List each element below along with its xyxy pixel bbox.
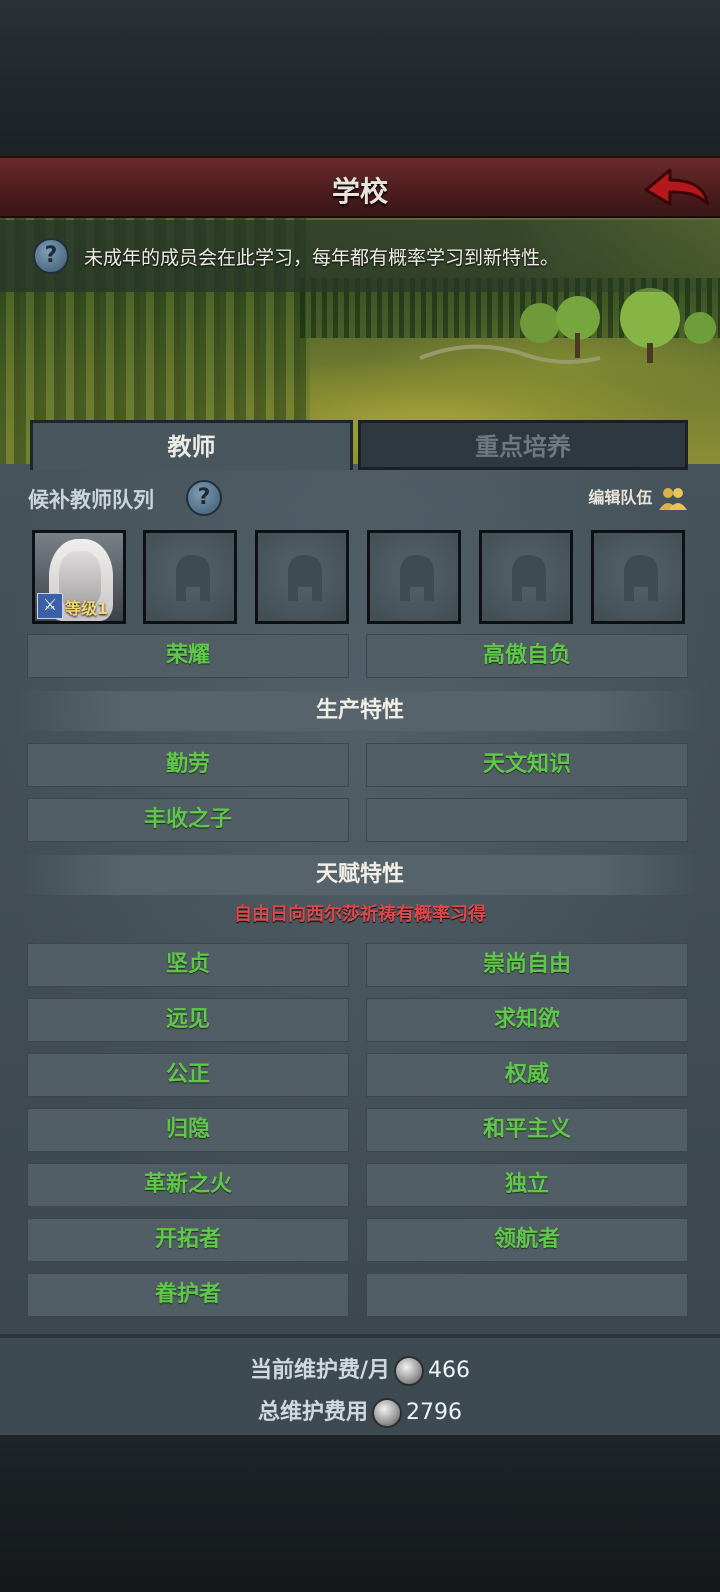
talent-note: 自由日向西尔莎祈祷有概率习得: [234, 904, 486, 925]
total-fee: 总维护费用 2796: [0, 1394, 720, 1428]
info-text: 未成年的成员会在此学习，每年都有概率学习到新特性。: [84, 247, 560, 269]
teacher-slot-empty[interactable]: [367, 530, 461, 624]
bottom-background: [0, 1435, 720, 1592]
sword-icon: ⚔: [37, 593, 63, 619]
helmet-icon: [624, 555, 658, 601]
helmet-icon: [512, 555, 546, 601]
edit-team-label: 编辑队伍: [588, 488, 653, 507]
back-arrow-icon: [644, 168, 710, 206]
talent-section-title: 天赋特性: [20, 855, 700, 895]
tab-focus-training[interactable]: 重点培养: [358, 420, 688, 470]
trait-cell[interactable]: 公正: [27, 1053, 349, 1097]
teacher-slot-empty[interactable]: [255, 530, 349, 624]
trait-cell[interactable]: 坚贞: [27, 943, 349, 987]
trait-cell[interactable]: 归隐: [27, 1108, 349, 1152]
trait-cell[interactable]: 求知欲: [366, 998, 688, 1042]
trait-cell[interactable]: 崇尚自由: [366, 943, 688, 987]
maintenance-footer: 当前维护费/月 466 总维护费用 2796: [0, 1334, 720, 1435]
people-icon: [659, 487, 687, 510]
total-fee-label: 总维护费用: [257, 1400, 368, 1425]
level-label: 等级1: [65, 599, 109, 618]
trait-cell-empty: [366, 1273, 688, 1317]
page-title: 学校: [331, 175, 388, 208]
helmet-icon: [288, 555, 322, 601]
edit-team-button[interactable]: 编辑队伍: [588, 484, 688, 512]
trait-cell[interactable]: 开拓者: [27, 1218, 349, 1262]
monthly-fee-label: 当前维护费/月: [249, 1358, 391, 1383]
trait-cell[interactable]: 和平主义: [366, 1108, 688, 1152]
trait-cell[interactable]: 独立: [366, 1163, 688, 1207]
teacher-slot-empty[interactable]: [143, 530, 237, 624]
trait-cell[interactable]: 领航者: [366, 1218, 688, 1262]
trait-cell[interactable]: 权威: [366, 1053, 688, 1097]
teacher-slot-empty[interactable]: [591, 530, 685, 624]
teacher-slot-empty[interactable]: [479, 530, 573, 624]
silver-coin-icon: [394, 1356, 425, 1386]
top-background: [0, 0, 720, 156]
trait-cell-empty: [366, 798, 688, 842]
trait-cell[interactable]: 革新之火: [27, 1163, 349, 1207]
trait-cell[interactable]: 天文知识: [366, 743, 688, 787]
monthly-fee-value: 466: [428, 1358, 471, 1383]
question-icon[interactable]: ?: [186, 480, 222, 516]
trait-cell[interactable]: 眷护者: [27, 1273, 349, 1317]
tab-teachers[interactable]: 教师: [30, 420, 353, 470]
trait-cell[interactable]: 勤劳: [27, 743, 349, 787]
helmet-icon: [400, 555, 434, 601]
production-section-title: 生产特性: [20, 691, 700, 731]
trait-cell[interactable]: 荣耀: [27, 634, 349, 678]
question-icon[interactable]: ?: [33, 238, 69, 274]
back-button[interactable]: [640, 164, 712, 212]
total-fee-value: 2796: [406, 1400, 462, 1425]
teacher-slot[interactable]: ⚔ 等级1: [32, 530, 126, 624]
trait-cell[interactable]: 高傲自负: [366, 634, 688, 678]
level-badge: ⚔ 等级1: [35, 591, 123, 621]
helmet-icon: [176, 555, 210, 601]
trait-cell[interactable]: 丰收之子: [27, 798, 349, 842]
monthly-fee: 当前维护费/月 466: [0, 1352, 720, 1386]
trait-cell[interactable]: 远见: [27, 998, 349, 1042]
silver-coin-icon: [372, 1398, 402, 1428]
title-bar: 学校: [0, 156, 720, 218]
reserve-teacher-label: 候补教师队列: [28, 488, 154, 512]
